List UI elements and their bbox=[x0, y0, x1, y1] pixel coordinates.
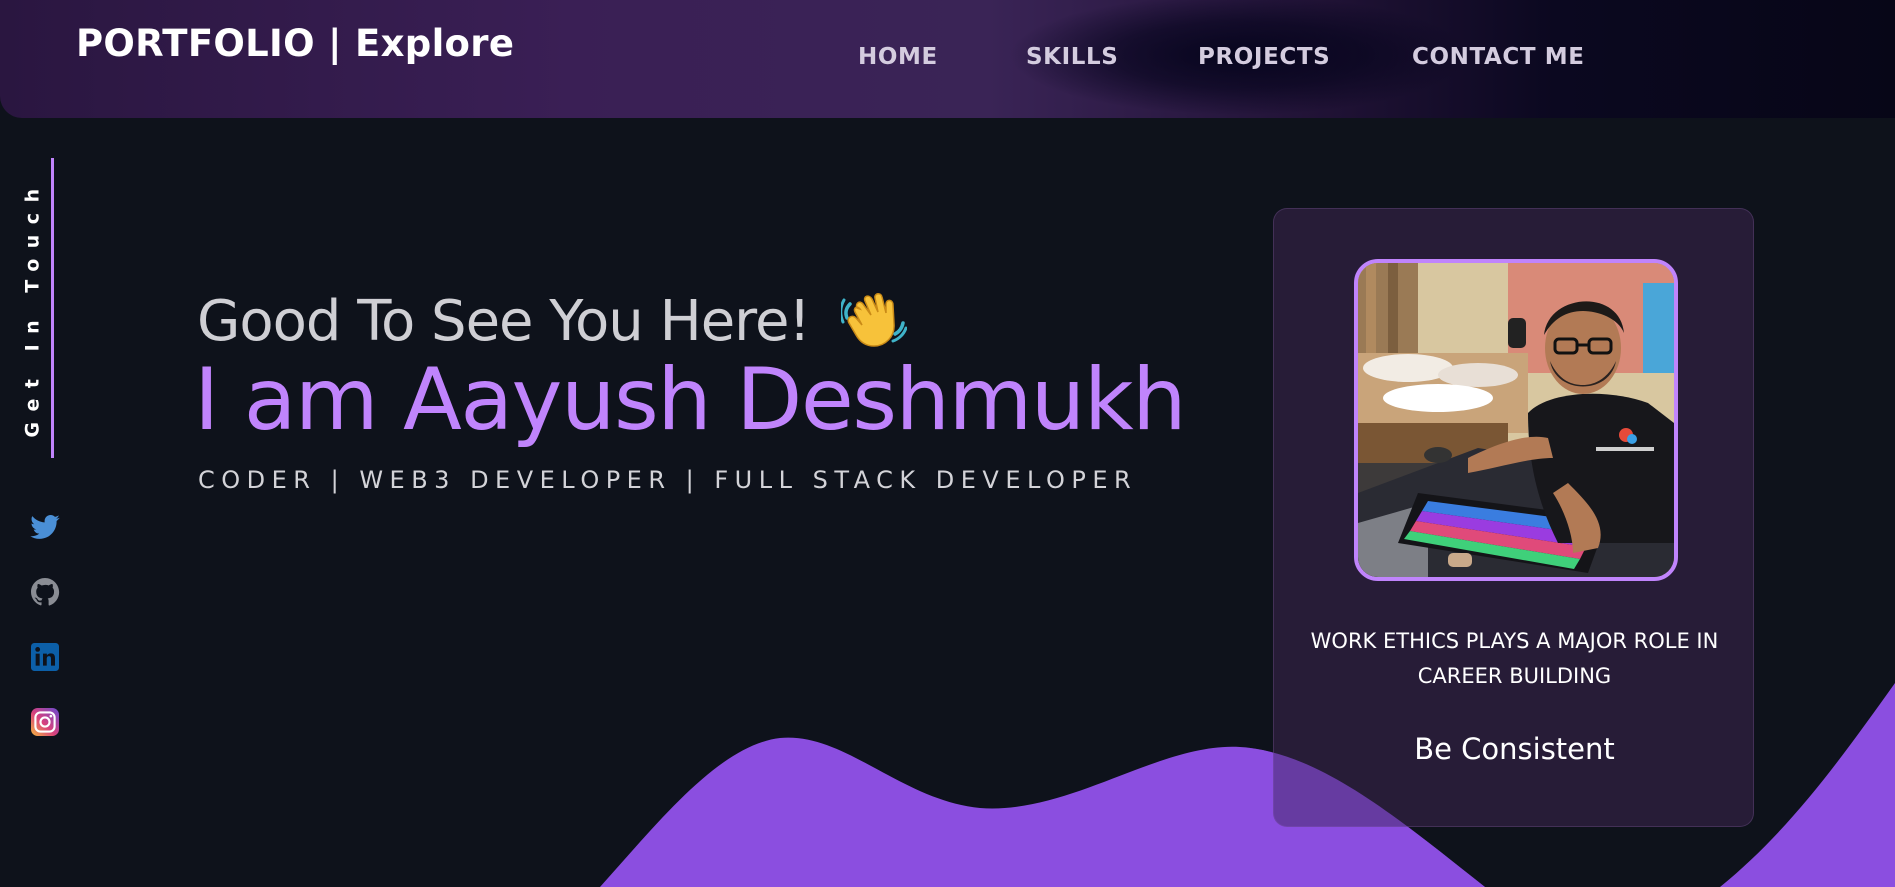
portfolio-page: PORTFOLIO | Explore HOME SKILLS PROJECTS… bbox=[0, 0, 1895, 887]
github-icon[interactable] bbox=[28, 575, 62, 609]
get-in-touch-text: Get In Touch bbox=[22, 178, 45, 438]
waving-hand-icon bbox=[840, 293, 907, 347]
greeting-text: Good To See You Here! bbox=[197, 289, 811, 354]
twitter-icon[interactable] bbox=[28, 510, 62, 544]
instagram-icon[interactable] bbox=[28, 705, 62, 739]
motto-text: Be Consistent bbox=[1414, 732, 1615, 766]
navbar: PORTFOLIO | Explore HOME SKILLS PROJECTS… bbox=[0, 0, 1895, 118]
nav-projects[interactable]: PROJECTS bbox=[1198, 44, 1330, 70]
sidebar-divider bbox=[51, 158, 54, 458]
hero-roles: CODER | WEB3 DEVELOPER | FULL STACK DEVE… bbox=[198, 466, 1138, 494]
nav-contact-me[interactable]: CONTACT ME bbox=[1412, 44, 1585, 70]
hero-name: I am Aayush Deshmukh bbox=[194, 350, 1187, 450]
linkedin-icon[interactable] bbox=[28, 640, 62, 674]
nav-home[interactable]: HOME bbox=[858, 44, 938, 70]
profile-photo bbox=[1354, 259, 1678, 581]
greeting-heading: Good To See You Here! bbox=[197, 288, 907, 354]
work-ethics-quote: WORK ETHICS PLAYS A MAJOR ROLE IN CAREER… bbox=[1310, 629, 1719, 688]
nav-skills[interactable]: SKILLS bbox=[1026, 44, 1118, 70]
get-in-touch-label: Get In Touch bbox=[18, 160, 48, 456]
brand-title[interactable]: PORTFOLIO | Explore bbox=[76, 22, 514, 65]
profile-card: WORK ETHICS PLAYS A MAJOR ROLE IN CAREER… bbox=[1273, 208, 1754, 827]
